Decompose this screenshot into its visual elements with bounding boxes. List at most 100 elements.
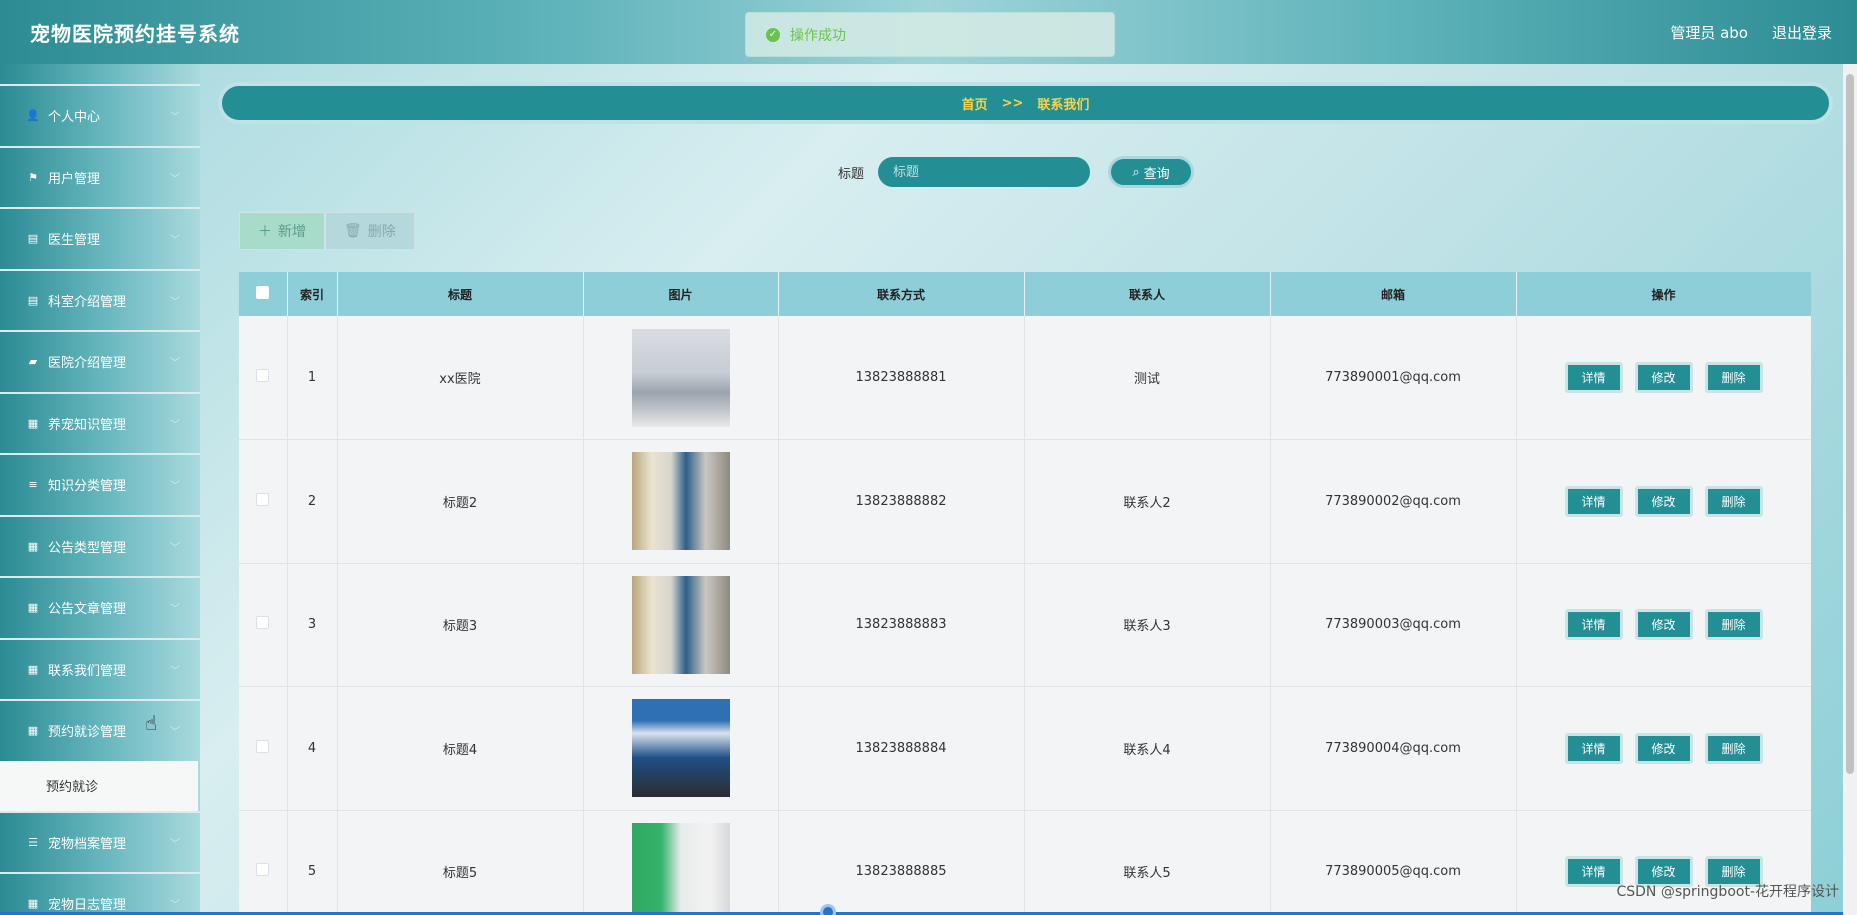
- chevron-down-icon: ﹀: [170, 235, 180, 247]
- sidebar-item-notice-article[interactable]: ▦ 公告文章管理 ﹀: [0, 576, 200, 638]
- row-checkbox[interactable]: [256, 616, 270, 630]
- contact-image[interactable]: [631, 452, 730, 551]
- column-header: 标题: [337, 272, 584, 316]
- detail-button[interactable]: 详情: [1564, 732, 1623, 764]
- clipboard-icon: ▤: [27, 232, 39, 246]
- phone-cell: 13823888882: [778, 439, 1025, 564]
- column-header: 操作: [1516, 272, 1811, 316]
- sidebar-item-label: 养宠知识管理: [48, 417, 127, 433]
- chevron-down-icon: ﹀: [170, 727, 180, 739]
- contact-table: 索引 标题 图片 联系方式 联系人 邮箱 操作 1 xx医院 138238888…: [239, 272, 1811, 915]
- breadcrumb-separator: >>: [1001, 95, 1024, 111]
- row-checkbox[interactable]: [256, 863, 270, 877]
- row-checkbox[interactable]: [256, 369, 270, 382]
- sidebar-item-notice-type[interactable]: ▦ 公告类型管理 ﹀: [0, 514, 200, 577]
- grid-icon: ▦: [27, 601, 39, 615]
- actions-cell: 详情 修改 删除: [1516, 686, 1811, 811]
- scroll-handle[interactable]: [820, 904, 836, 915]
- grid-icon: ▦: [27, 897, 39, 911]
- delete-button[interactable]: 删除: [1704, 485, 1763, 517]
- add-button[interactable]: ＋ 新增: [239, 212, 325, 250]
- sidebar-item-label: 用户管理: [48, 171, 101, 187]
- sidebar-subitem-appointment[interactable]: 预约就诊: [0, 760, 198, 811]
- title-cell: 标题2: [337, 439, 584, 564]
- edit-button[interactable]: 修改: [1634, 609, 1693, 641]
- sidebar-item-label: 公告文章管理: [48, 602, 127, 618]
- delete-button[interactable]: 删除: [1704, 362, 1763, 393]
- delete-button[interactable]: 删除: [1704, 609, 1763, 641]
- chevron-down-icon: ﹀: [170, 604, 180, 616]
- chevron-down-icon: ﹀: [170, 900, 180, 912]
- grid-icon: ▦: [27, 539, 39, 553]
- sidebar-item-label: 医生管理: [48, 233, 101, 249]
- sidebar-item-knowledge-category[interactable]: ≡ 知识分类管理 ﹀: [0, 453, 200, 515]
- detail-button[interactable]: 详情: [1564, 485, 1623, 517]
- row-checkbox[interactable]: [256, 492, 270, 506]
- contact-cell: 联系人5: [1024, 810, 1271, 915]
- delete-button-label: 删除: [367, 224, 396, 240]
- contact-cell: 联系人2: [1024, 439, 1271, 564]
- table-row: 4 标题4 13823888884 联系人4 773890004@qq.com …: [239, 686, 1811, 811]
- search-button-label: 查询: [1143, 166, 1170, 182]
- search-button[interactable]: ⌕ 查询: [1108, 156, 1195, 188]
- contact-image[interactable]: [631, 575, 730, 674]
- sidebar: 👤 个人中心 ﹀ ⚑ 用户管理 ﹀ ▤ 医生管理 ﹀ ▤ 科室介绍管理 ﹀ ▰ 医院介绍管理 ﹀ ▦…: [0, 64, 200, 915]
- contact-image[interactable]: [631, 822, 730, 915]
- vertical-scrollbar[interactable]: [1843, 64, 1857, 915]
- table-row: 2 标题2 13823888882 联系人2 773890002@qq.com …: [239, 439, 1811, 564]
- breadcrumb-home[interactable]: 首页: [962, 94, 988, 113]
- email-cell: 773890004@qq.com: [1270, 686, 1517, 811]
- detail-button[interactable]: 详情: [1564, 609, 1623, 641]
- detail-button[interactable]: 详情: [1564, 856, 1623, 888]
- search-label: 标题: [838, 166, 865, 182]
- phone-cell: 13823888881: [778, 316, 1025, 440]
- edit-button[interactable]: 修改: [1634, 362, 1693, 393]
- search-bar: 标题 ⌕ 查询: [838, 156, 1195, 188]
- sidebar-item-contact[interactable]: ▦ 联系我们管理 ﹀: [0, 637, 200, 700]
- contact-image[interactable]: [631, 699, 730, 798]
- email-cell: 773890002@qq.com: [1270, 439, 1517, 564]
- actions-cell: 详情 修改 删除: [1516, 563, 1811, 687]
- contact-cell: 联系人4: [1024, 686, 1271, 811]
- edit-button[interactable]: 修改: [1634, 732, 1693, 764]
- user-icon: 👤: [26, 109, 40, 123]
- chevron-down-icon: ﹀: [170, 296, 180, 308]
- breadcrumb: 首页 >> 联系我们: [218, 82, 1833, 124]
- sidebar-item-users[interactable]: ⚑ 用户管理 ﹀: [0, 145, 200, 208]
- sidebar-item-profile[interactable]: 👤 个人中心 ﹀: [0, 84, 200, 146]
- index-cell: 3: [287, 563, 338, 687]
- contact-image[interactable]: [631, 328, 730, 427]
- sidebar-item-pet-records[interactable]: ☰ 宠物档案管理 ﹀: [0, 810, 200, 873]
- toolbar: ＋ 新增 🗑 删除: [239, 212, 415, 250]
- actions-cell: 详情 修改 删除: [1516, 439, 1811, 564]
- detail-button[interactable]: 详情: [1564, 362, 1623, 393]
- sidebar-item-doctors[interactable]: ▤ 医生管理 ﹀: [0, 207, 200, 269]
- batch-delete-button[interactable]: 🗑 删除: [325, 212, 415, 250]
- chevron-down-icon: ﹀: [170, 542, 180, 554]
- plus-icon: ＋: [258, 224, 272, 240]
- table-header-row: 索引 标题 图片 联系方式 联系人 邮箱 操作: [239, 272, 1811, 316]
- phone-cell: 13823888884: [778, 686, 1025, 811]
- search-input[interactable]: [878, 157, 1091, 187]
- chevron-down-icon: ﹀: [170, 481, 180, 493]
- sidebar-item-hospital[interactable]: ▰ 医院介绍管理 ﹀: [0, 330, 200, 392]
- row-checkbox[interactable]: [256, 739, 270, 753]
- delete-button[interactable]: 删除: [1704, 732, 1763, 764]
- select-all-checkbox[interactable]: [256, 286, 270, 299]
- logout-link[interactable]: 退出登录: [1772, 22, 1832, 43]
- sidebar-item-departments[interactable]: ▤ 科室介绍管理 ﹀: [0, 268, 200, 331]
- sidebar-item-label: 宠物档案管理: [48, 836, 127, 852]
- scrollbar-thumb[interactable]: [1846, 74, 1854, 774]
- sidebar-item-pet-logs[interactable]: ▦ 宠物日志管理 ﹀: [0, 872, 200, 915]
- sidebar-item-appointment[interactable]: ▦ 预约就诊管理 ﹀: [0, 699, 200, 761]
- grid-icon: ▦: [27, 662, 39, 676]
- chevron-down-icon: ﹀: [170, 358, 180, 370]
- edit-button[interactable]: 修改: [1634, 485, 1693, 517]
- search-icon: ⌕: [1132, 164, 1140, 180]
- title-cell: 标题3: [337, 563, 584, 687]
- email-cell: 773890003@qq.com: [1270, 563, 1517, 687]
- sidebar-item-knowledge[interactable]: ▦ 养宠知识管理 ﹀: [0, 391, 200, 454]
- row-select-cell: [239, 563, 288, 687]
- select-all-cell: [239, 272, 288, 316]
- sidebar-item-label: 宠物日志管理: [48, 898, 127, 914]
